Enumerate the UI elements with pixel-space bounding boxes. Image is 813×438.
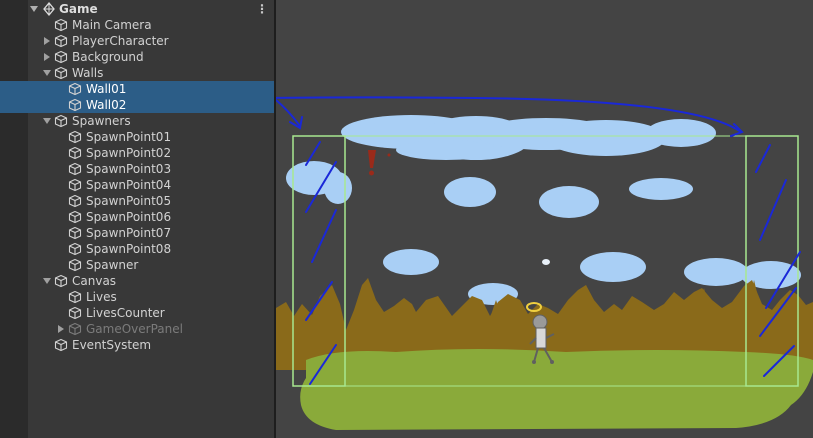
hierarchy-panel: Game ⋮ Main Camera PlayerCharacter Backgro… — [0, 0, 274, 438]
hierarchy-item[interactable]: Wall01 — [0, 81, 274, 97]
spawn-marker — [368, 150, 391, 176]
hierarchy-item[interactable]: SpawnPoint08 — [0, 241, 274, 257]
gameobject-cube-icon — [68, 290, 82, 304]
gameobject-cube-icon — [54, 338, 68, 352]
hierarchy-item[interactable]: PlayerCharacter — [0, 33, 274, 49]
hierarchy-item[interactable]: SpawnPoint03 — [0, 161, 274, 177]
gameobject-cube-icon — [68, 242, 82, 256]
hierarchy-item-label: Main Camera — [72, 18, 152, 32]
hierarchy-item[interactable]: Walls — [0, 65, 274, 81]
gameobject-cube-icon — [68, 194, 82, 208]
hierarchy-item-label: Canvas — [72, 274, 117, 288]
hierarchy-item-label: EventSystem — [72, 338, 152, 352]
hierarchy-item-label: LivesCounter — [86, 306, 165, 320]
hierarchy-item[interactable]: SpawnPoint07 — [0, 225, 274, 241]
hierarchy-item[interactable]: EventSystem — [0, 337, 274, 353]
hierarchy-item[interactable]: Background — [0, 49, 274, 65]
scene-canvas[interactable] — [276, 0, 813, 438]
hierarchy-item-label: SpawnPoint01 — [86, 130, 172, 144]
chevron-down-icon[interactable] — [43, 69, 51, 77]
hierarchy-item[interactable]: SpawnPoint05 — [0, 193, 274, 209]
hierarchy-item-label: SpawnPoint06 — [86, 210, 172, 224]
hierarchy-item[interactable]: GameOverPanel — [0, 321, 274, 337]
chevron-down-icon[interactable] — [30, 5, 38, 13]
hierarchy-item[interactable]: Canvas — [0, 273, 274, 289]
gameobject-cube-icon — [68, 178, 82, 192]
hierarchy-item[interactable]: Main Camera — [0, 17, 274, 33]
gameobject-cube-icon — [68, 162, 82, 176]
hierarchy-item-label: Walls — [72, 66, 104, 80]
unity-scene-icon — [42, 2, 56, 16]
hierarchy-item-label: SpawnPoint05 — [86, 194, 172, 208]
hierarchy-item[interactable]: LivesCounter — [0, 305, 274, 321]
gameobject-cube-icon — [54, 114, 68, 128]
hierarchy-item[interactable]: Wall02 — [0, 97, 274, 113]
hierarchy-item-label: PlayerCharacter — [72, 34, 169, 48]
hierarchy-item-label: GameOverPanel — [86, 322, 183, 336]
gameobject-cube-icon — [54, 18, 68, 32]
hierarchy-item-label: SpawnPoint07 — [86, 226, 172, 240]
chevron-right-icon[interactable] — [43, 53, 51, 61]
gameobject-cube-icon — [68, 98, 82, 112]
gameobject-cube-icon — [68, 226, 82, 240]
chevron-right-icon[interactable] — [57, 325, 65, 333]
hierarchy-item[interactable]: Spawner — [0, 257, 274, 273]
chevron-down-icon[interactable] — [43, 117, 51, 125]
gameobject-cube-icon — [68, 322, 82, 336]
hierarchy-item[interactable]: SpawnPoint06 — [0, 209, 274, 225]
gameobject-cube-icon — [68, 130, 82, 144]
gameobject-cube-icon — [54, 50, 68, 64]
hierarchy-item[interactable]: Lives — [0, 289, 274, 305]
gameobject-cube-icon — [54, 66, 68, 80]
hierarchy-item-label: Spawner — [86, 258, 139, 272]
gameobject-cube-icon — [68, 82, 82, 96]
scene-header-row[interactable]: Game ⋮ — [0, 1, 274, 17]
hierarchy-item[interactable]: SpawnPoint02 — [0, 145, 274, 161]
gameobject-cube-icon — [68, 146, 82, 160]
gameobject-cube-icon — [68, 306, 82, 320]
hierarchy-item-label: SpawnPoint04 — [86, 178, 172, 192]
clouds — [286, 115, 801, 305]
hierarchy-item[interactable]: SpawnPoint01 — [0, 129, 274, 145]
hierarchy-item-label: Lives — [86, 290, 117, 304]
gameobject-cube-icon — [54, 34, 68, 48]
chevron-down-icon[interactable] — [43, 277, 51, 285]
hierarchy-item-label: Wall01 — [86, 82, 127, 96]
grass — [300, 349, 813, 430]
gameobject-cube-icon — [54, 274, 68, 288]
hierarchy-item[interactable]: Spawners — [0, 113, 274, 129]
chevron-right-icon[interactable] — [43, 37, 51, 45]
hierarchy-item-label: Background — [72, 50, 144, 64]
gameobject-cube-icon — [68, 258, 82, 272]
hierarchy-item[interactable]: SpawnPoint04 — [0, 177, 274, 193]
scene-view[interactable] — [276, 0, 813, 438]
more-options-icon[interactable]: ⋮ — [256, 1, 268, 17]
gameobject-cube-icon — [68, 210, 82, 224]
hierarchy-item-label: Spawners — [72, 114, 131, 128]
hierarchy-item-label: Wall02 — [86, 98, 127, 112]
hierarchy-item-label: SpawnPoint03 — [86, 162, 172, 176]
scene-name: Game — [59, 2, 98, 16]
hierarchy-item-label: SpawnPoint08 — [86, 242, 172, 256]
hierarchy-item-label: SpawnPoint02 — [86, 146, 172, 160]
